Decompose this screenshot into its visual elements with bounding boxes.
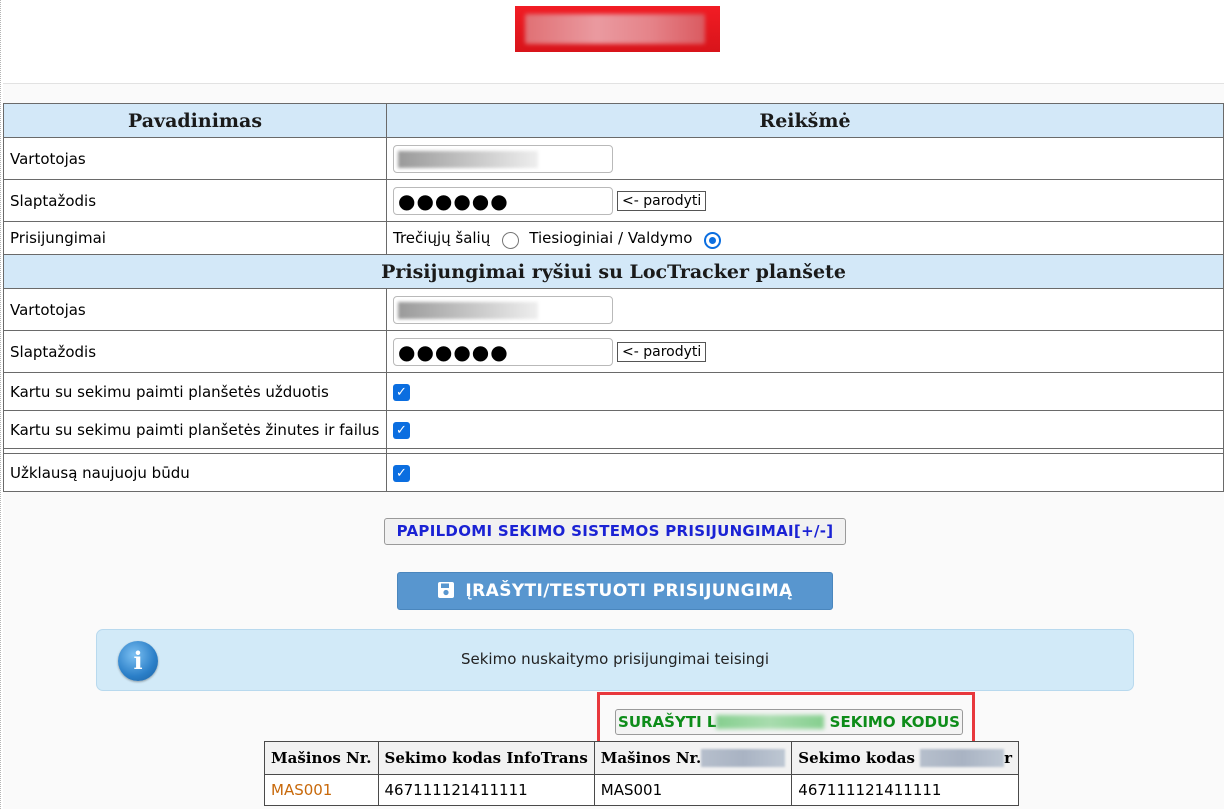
codes-header-smudge	[920, 749, 1005, 767]
codes-header-code-2-text: Sekimo kodas	[798, 749, 921, 767]
company-logo	[515, 6, 720, 52]
tasks-label: Kartu su sekimu paimti planšetės užduoti…	[3, 372, 387, 411]
codes-header-smudge	[701, 749, 786, 767]
tasks-checkbox[interactable]: ✓	[393, 383, 410, 401]
connections-row: Prisijungimai Trečiųjų šalių Tiesioginiai…	[3, 221, 1224, 255]
newmode-label: Užklausą naujuoju būdu	[3, 453, 387, 492]
tasks-row: Kartu su sekimu paimti planšetės užduoti…	[3, 372, 1224, 411]
tablet-user-row: Vartotojas	[3, 288, 1224, 331]
col-name-header: Pavadinimas	[3, 103, 387, 138]
codes-header-row: Mašinos Nr. Sekimo kodas InfoTrans Mašin…	[264, 741, 1020, 775]
radio-direct[interactable]	[704, 232, 722, 249]
tasks-value-cell: ✓	[386, 372, 1224, 411]
tablet-show-password-button[interactable]: <- parodyti	[617, 341, 707, 362]
save-test-label: ĮRAŠYTI/TESTUOTI PRISIJUNGIMĄ	[465, 581, 793, 601]
table-row: MAS001 467111121411111 MAS001 4671111214…	[264, 774, 1020, 806]
newmode-value-cell: ✓	[386, 453, 1224, 492]
write-codes-button[interactable]: SURAŠYTI L SEKIMO KODUS	[615, 709, 963, 735]
settings-table: Pavadinimas Reikšmė Vartotojas Slaptažod…	[3, 103, 1224, 492]
user-value-cell	[386, 137, 1224, 180]
connections-value-cell: Trečiųjų šalių Tiesioginiai / Valdymo	[386, 221, 1224, 255]
vehicle-number: MAS001	[593, 774, 793, 806]
left-border	[0, 0, 1, 809]
logo-blurred-text	[525, 14, 705, 44]
password-label: Slaptažodis	[3, 179, 387, 222]
write-codes-smudge	[716, 715, 825, 729]
password-row: Slaptažodis ●●●●●● <- parodyti	[3, 179, 1224, 222]
infotrans-code: 467111121411111	[377, 774, 595, 806]
vehicle-link[interactable]: MAS001	[264, 774, 379, 806]
col-value-header: Reikšmė	[386, 103, 1224, 138]
tablet-username-blur	[398, 301, 538, 319]
connections-label: Prisijungimai	[3, 221, 387, 255]
codes-header-code-2-tail: r	[1004, 749, 1013, 767]
codes-header-code-2: Sekimo kodas r	[791, 741, 1020, 775]
newmode-row: Užklausą naujuoju būdu ✓	[3, 453, 1224, 492]
header-band	[3, 0, 1224, 84]
tracking-code: 467111121411111	[791, 774, 1020, 806]
tablet-password-label: Slaptažodis	[3, 330, 387, 373]
settings-header-row: Pavadinimas Reikšmė	[3, 103, 1224, 138]
section2-header-row: Prisijungimai ryšiui su LocTracker planš…	[3, 254, 1224, 289]
radio-third-label: Trečiųjų šalių	[393, 229, 491, 247]
codes-header-vehicle-2: Mašinos Nr.	[593, 741, 793, 775]
messages-label: Kartu su sekimu paimti planšetės žinutes…	[3, 410, 387, 449]
codes-header-infotrans: Sekimo kodas InfoTrans	[377, 741, 595, 775]
password-value-cell: ●●●●●● <- parodyti	[386, 179, 1224, 222]
messages-checkbox[interactable]: ✓	[393, 421, 410, 439]
info-message: Sekimo nuskaitymo prisijungimai teisingi	[461, 650, 769, 668]
codes-header-vehicle: Mašinos Nr.	[264, 741, 379, 775]
password-input[interactable]: ●●●●●●	[393, 186, 613, 215]
username-blur	[398, 150, 538, 168]
radio-direct-label: Tiesioginiai / Valdymo	[529, 229, 693, 247]
tablet-password-input[interactable]: ●●●●●●	[393, 337, 613, 366]
tracking-codes-table: Mašinos Nr. Sekimo kodas InfoTrans Mašin…	[264, 741, 1020, 806]
messages-value-cell: ✓	[386, 410, 1224, 449]
tablet-user-label: Vartotojas	[3, 288, 387, 331]
extra-connections-button[interactable]: PAPILDOMI SEKIMO SISTEMOS PRISIJUNGIMAI[…	[384, 518, 846, 545]
newmode-checkbox[interactable]: ✓	[393, 464, 410, 482]
user-row: Vartotojas	[3, 137, 1224, 180]
write-codes-prefix: SURAŠYTI L	[618, 713, 717, 731]
codes-header-vehicle-2-text: Mašinos Nr.	[600, 749, 702, 767]
tablet-username-input[interactable]	[393, 295, 613, 324]
save-icon	[438, 582, 455, 598]
tablet-password-row: Slaptažodis ●●●●●● <- parodyti	[3, 330, 1224, 373]
tablet-password-value-cell: ●●●●●● <- parodyti	[386, 330, 1224, 373]
write-codes-suffix: SEKIMO KODUS	[829, 713, 960, 731]
section2-title: Prisijungimai ryšiui su LocTracker planš…	[3, 254, 1224, 289]
radio-third-party[interactable]	[502, 232, 520, 249]
username-input[interactable]	[393, 144, 613, 173]
messages-row: Kartu su sekimu paimti planšetės žinutes…	[3, 410, 1224, 449]
info-message-box: i Sekimo nuskaitymo prisijungimai teisin…	[96, 629, 1134, 691]
user-label: Vartotojas	[3, 137, 387, 180]
tablet-user-value-cell	[386, 288, 1224, 331]
save-test-button[interactable]: ĮRAŠYTI/TESTUOTI PRISIJUNGIMĄ	[397, 572, 833, 610]
show-password-button[interactable]: <- parodyti	[617, 190, 707, 211]
